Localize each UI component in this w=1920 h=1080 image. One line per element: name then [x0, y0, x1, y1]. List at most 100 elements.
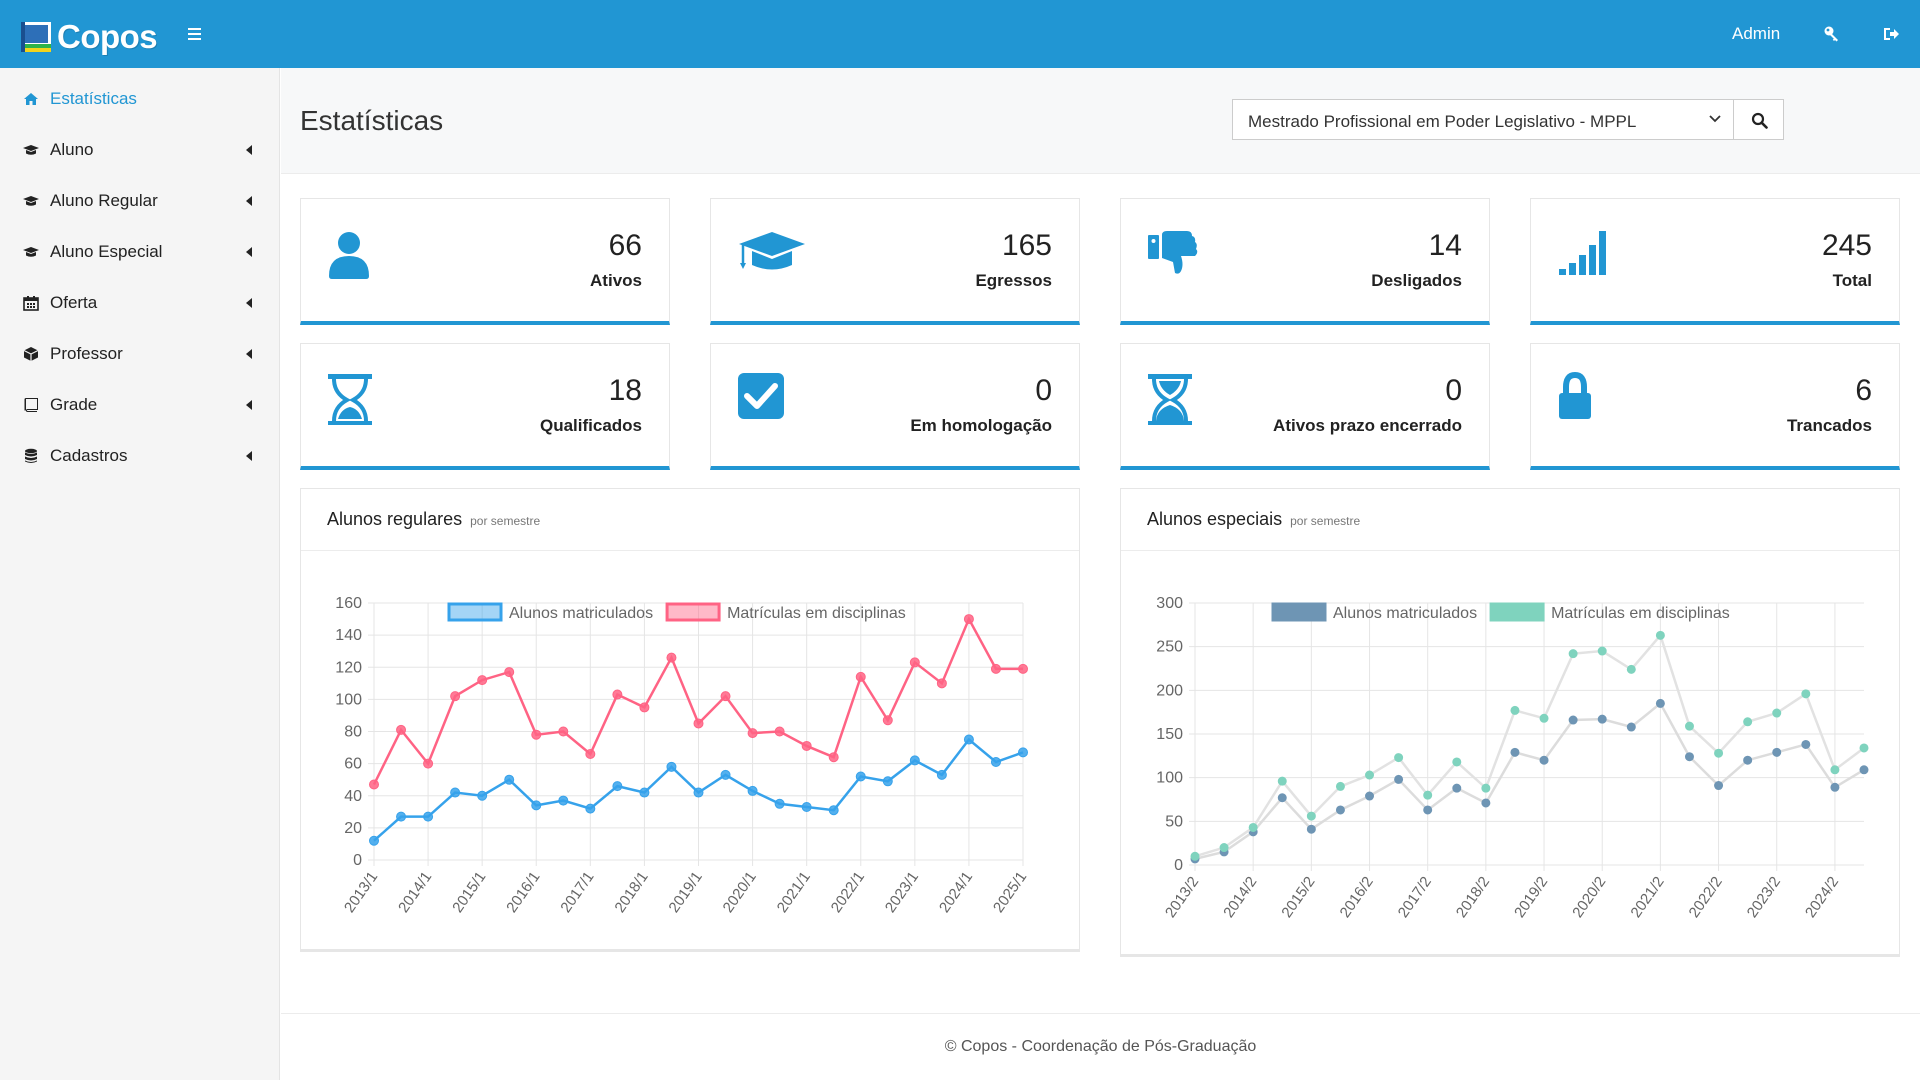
- panel-title-text: Alunos regulares: [327, 509, 463, 529]
- hamburger-menu-icon[interactable]: [186, 24, 206, 44]
- y-tick-label: 0: [1174, 857, 1183, 874]
- data-point: [1801, 739, 1811, 749]
- sidebar-item-label: Professor: [50, 344, 123, 363]
- x-tick-label: 2021/1: [774, 869, 814, 916]
- search-icon: [1751, 112, 1768, 129]
- sidebar-item-label: Oferta: [50, 293, 98, 312]
- data-point: [882, 776, 893, 787]
- x-tick-label: 2016/2: [1337, 874, 1377, 921]
- logo-icon: [21, 22, 51, 52]
- caret-left-icon: [246, 298, 252, 308]
- data-point: [936, 769, 947, 780]
- data-point: [747, 785, 758, 796]
- data-point: [1335, 805, 1345, 815]
- data-point: [1859, 765, 1869, 775]
- sidebar-item-aluno-especial[interactable]: Aluno Especial: [0, 230, 280, 274]
- x-tick-label: 2020/2: [1569, 874, 1609, 921]
- stat-card-egressos: 165 Egressos: [710, 198, 1080, 325]
- line-chart-regulares[interactable]: 0 20 40 60 80 100 120 140 160 2013/1 2014/1 2015/1 2…: [301, 551, 1079, 949]
- data-point: [585, 748, 596, 759]
- data-point: [1365, 770, 1375, 780]
- data-point: [450, 787, 461, 798]
- page-title: Estatísticas: [300, 105, 444, 136]
- x-tick-label: 2023/1: [882, 869, 922, 916]
- brand-name: Copos: [57, 18, 158, 55]
- data-point: [1277, 793, 1287, 803]
- legend-label: Matrículas em disciplinas: [1551, 605, 1730, 622]
- sidebar-item-oferta[interactable]: Oferta: [0, 281, 280, 325]
- data-point: [1597, 646, 1607, 656]
- data-point: [1510, 747, 1520, 757]
- data-point: [1452, 783, 1462, 793]
- data-point: [990, 663, 1001, 674]
- home-icon: [24, 93, 38, 105]
- data-point: [1306, 824, 1316, 834]
- data-point: [396, 811, 407, 822]
- data-point: [855, 671, 866, 682]
- user-menu-link[interactable]: Admin: [1732, 24, 1780, 44]
- data-point: [1423, 790, 1433, 800]
- stat-label: Trancados: [1786, 416, 1872, 435]
- data-point: [504, 667, 515, 678]
- x-tick-label: 2018/1: [611, 869, 651, 916]
- x-tick-label: 2020/1: [720, 869, 760, 916]
- y-tick-label: 140: [335, 627, 362, 644]
- y-tick-label: 0: [353, 852, 362, 869]
- data-point: [612, 689, 623, 700]
- stat-value: 245: [1821, 229, 1872, 262]
- data-point: [1018, 663, 1028, 674]
- x-tick-label: 2022/2: [1686, 874, 1726, 921]
- sidebar-item-label: Estatísticas: [50, 89, 137, 108]
- x-tick-label: 2019/1: [666, 869, 706, 916]
- x-tick-label: 2022/1: [828, 869, 868, 916]
- data-point: [693, 718, 704, 729]
- data-point: [1539, 713, 1549, 723]
- legend-label: Matrículas em disciplinas: [727, 605, 906, 622]
- sidebar-item-professor[interactable]: Professor: [0, 332, 280, 376]
- stat-card-total: 245 Total: [1530, 198, 1900, 325]
- data-point: [1248, 822, 1258, 832]
- sidebar-item-aluno-regular[interactable]: Aluno Regular: [0, 179, 280, 223]
- sidebar-item-aluno[interactable]: Aluno: [0, 128, 280, 172]
- x-tick-label: 2019/2: [1511, 874, 1551, 921]
- data-point: [1830, 765, 1840, 775]
- stat-card-trancados: 6 Trancados: [1530, 343, 1900, 470]
- line-chart-especiais[interactable]: 0 50 100 150 200 250 300 2013/2 2014/2 2015/2 2016…: [1121, 551, 1899, 954]
- data-point: [828, 805, 839, 816]
- data-point: [639, 702, 650, 713]
- user-icon: [329, 232, 369, 279]
- footer-text: © Copos - Coordenação de Pós-Graduação: [944, 1038, 1257, 1055]
- sidebar-item-cadastros[interactable]: Cadastros: [0, 434, 280, 478]
- data-point: [963, 734, 974, 745]
- brand-logo[interactable]: Copos: [21, 18, 158, 56]
- data-point: [639, 787, 650, 798]
- data-point: [477, 675, 488, 686]
- hourglass-icon: [328, 374, 372, 425]
- program-select[interactable]: Mestrado Profissional em Poder Legislati…: [1232, 99, 1734, 140]
- data-point: [1423, 805, 1433, 815]
- sidebar-item-grade[interactable]: Grade: [0, 383, 280, 427]
- data-point: [1714, 748, 1724, 758]
- x-tick-label: 2014/1: [395, 869, 435, 916]
- legend-swatch: [1271, 602, 1327, 622]
- data-point: [1219, 843, 1229, 853]
- key-icon[interactable]: [1822, 24, 1842, 44]
- data-point: [423, 811, 434, 822]
- search-button[interactable]: [1733, 99, 1784, 140]
- sidebar-item-estatisticas[interactable]: Estatísticas: [0, 77, 280, 121]
- check-square-icon: [738, 373, 784, 419]
- logout-icon[interactable]: [1882, 24, 1902, 44]
- data-point: [450, 691, 461, 702]
- graduation-cap-icon: [739, 232, 805, 270]
- legend-swatch: [447, 602, 503, 622]
- legend-label: Alunos matriculados: [1333, 605, 1477, 622]
- sidebar-item-label: Cadastros: [50, 446, 128, 465]
- x-tick-label: 2017/2: [1395, 874, 1435, 921]
- chevron-down-icon: [1709, 115, 1721, 123]
- y-tick-label: 20: [344, 820, 362, 837]
- stat-label: Total: [1832, 271, 1872, 290]
- y-tick-label: 60: [344, 756, 362, 773]
- stat-label: Em homologação: [910, 416, 1052, 435]
- x-tick-label: 2017/1: [557, 869, 597, 916]
- data-point: [1539, 755, 1549, 765]
